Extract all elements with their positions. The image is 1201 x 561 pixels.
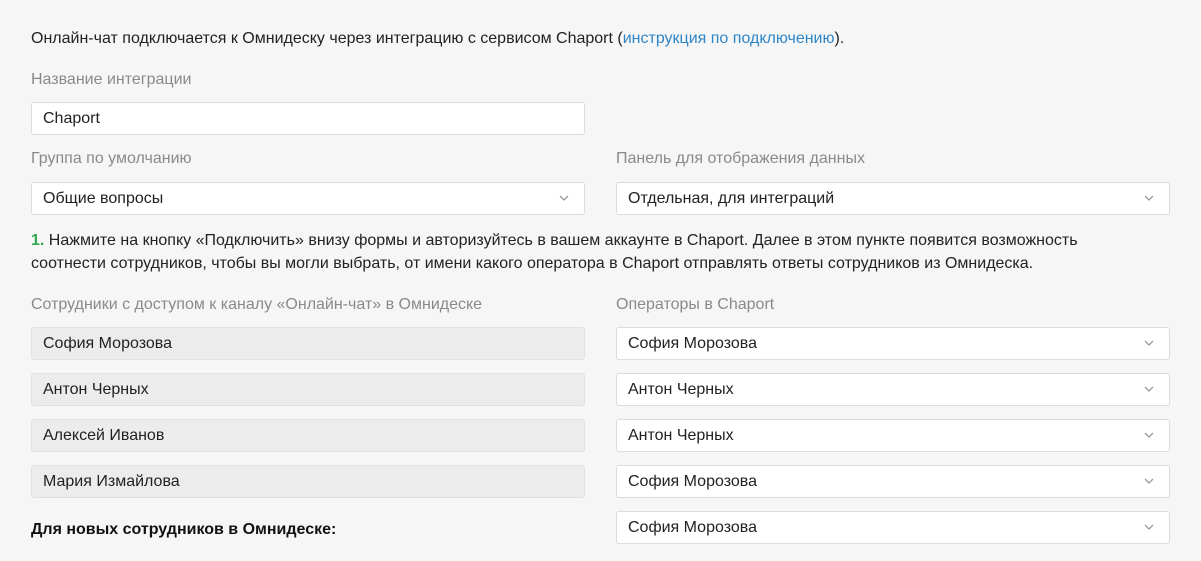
operator-select[interactable]: Антон Черных	[616, 373, 1170, 406]
operator-select[interactable]: София Морозова	[616, 465, 1170, 498]
employee-name: Мария Измайлова	[43, 473, 180, 490]
data-panel-label: Панель для отображения данных	[616, 150, 865, 167]
operator-value: София Морозова	[628, 473, 757, 490]
new-employees-label: Для новых сотрудников в Омнидеске:	[31, 521, 337, 538]
employee-field: Мария Измайлова	[31, 465, 585, 498]
operator-select[interactable]: Антон Черных	[616, 419, 1170, 452]
new-employees-operator-select[interactable]: София Морозова	[616, 511, 1170, 544]
employee-field: Антон Черных	[31, 373, 585, 406]
step-text: Нажмите на кнопку «Подключить» внизу фор…	[31, 232, 1078, 272]
intro-text-after: ).	[834, 30, 845, 47]
chevron-down-icon	[1144, 386, 1154, 392]
operator-value: Антон Черных	[628, 427, 734, 444]
chevron-down-icon	[1144, 195, 1154, 201]
operator-select[interactable]: София Морозова	[616, 327, 1170, 360]
integration-name-value: Chaport	[43, 110, 100, 127]
chevron-down-icon	[559, 195, 569, 201]
employee-name: Антон Черных	[43, 381, 149, 398]
step-1-instructions: 1. Нажмите на кнопку «Подключить» внизу …	[31, 229, 1151, 275]
employee-field: София Морозова	[31, 327, 585, 360]
employee-field: Алексей Иванов	[31, 419, 585, 452]
employee-name: София Морозова	[43, 335, 172, 352]
data-panel-select[interactable]: Отдельная, для интеграций	[616, 182, 1170, 215]
default-group-select[interactable]: Общие вопросы	[31, 182, 585, 215]
default-group-label: Группа по умолчанию	[31, 150, 192, 167]
integration-name-label: Название интеграции	[31, 71, 192, 88]
employee-name: Алексей Иванов	[43, 427, 165, 444]
integration-name-input[interactable]: Chaport	[31, 102, 585, 135]
chevron-down-icon	[1144, 340, 1154, 346]
operator-value: София Морозова	[628, 519, 757, 536]
operator-value: София Морозова	[628, 335, 757, 352]
operators-column-label: Операторы в Chaport	[616, 296, 775, 313]
chevron-down-icon	[1144, 524, 1154, 530]
data-panel-value: Отдельная, для интеграций	[628, 190, 835, 207]
step-number: 1.	[31, 232, 45, 249]
chevron-down-icon	[1144, 432, 1154, 438]
intro-text: Онлайн-чат подключается к Омнидеску чере…	[31, 29, 844, 49]
chevron-down-icon	[1144, 478, 1154, 484]
default-group-value: Общие вопросы	[43, 190, 164, 207]
intro-text-before: Онлайн-чат подключается к Омнидеску чере…	[31, 30, 623, 47]
instruction-link[interactable]: инструкция по подключению	[623, 30, 835, 47]
employees-column-label: Сотрудники с доступом к каналу «Онлайн-ч…	[31, 296, 483, 313]
operator-value: Антон Черных	[628, 381, 734, 398]
